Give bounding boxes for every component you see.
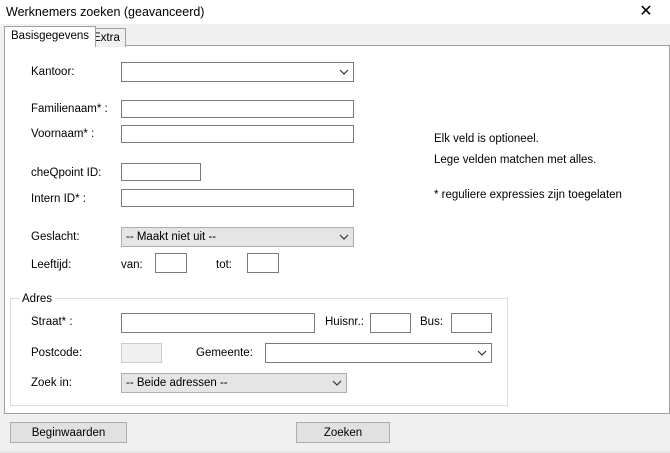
close-icon[interactable]: ✕ xyxy=(622,0,670,24)
chevron-down-icon xyxy=(477,350,487,356)
checkpoint-id-input[interactable] xyxy=(121,163,201,181)
bus-label: Bus: xyxy=(420,316,444,328)
familienaam-input[interactable] xyxy=(121,100,354,118)
note-regex: * reguliere expressies zijn toegelaten xyxy=(434,189,622,201)
address-group-label: Adres xyxy=(19,293,56,305)
huisnr-label: Huisnr.: xyxy=(325,316,364,328)
geslacht-label: Geslacht: xyxy=(31,231,80,243)
age-from-input[interactable] xyxy=(155,253,187,273)
straat-label: Straat* : xyxy=(31,316,73,328)
zoek-in-value: -- Beide adressen -- xyxy=(126,377,228,389)
gemeente-dropdown[interactable] xyxy=(265,343,492,363)
tot-label: tot: xyxy=(216,259,232,271)
huisnr-input[interactable] xyxy=(370,313,411,333)
leeftijd-label: Leeftijd: xyxy=(31,259,72,271)
window-title: Werknemers zoeken (geavanceerd) xyxy=(6,5,205,19)
reset-button[interactable]: Beginwaarden xyxy=(10,422,127,443)
van-label: van: xyxy=(121,259,143,271)
age-to-input[interactable] xyxy=(247,253,279,273)
intern-id-label: Intern ID* : xyxy=(31,193,86,205)
familienaam-label: Familienaam* : xyxy=(31,103,108,115)
postcode-label: Postcode: xyxy=(31,347,83,359)
note-empty-match: Lege velden matchen met alles. xyxy=(434,154,597,166)
kantoor-label: Kantoor: xyxy=(31,66,75,78)
chevron-down-icon xyxy=(339,69,349,75)
checkpoint-id-label: cheQpoint ID: xyxy=(31,167,102,179)
kantoor-dropdown[interactable] xyxy=(121,62,354,82)
title-bar: Werknemers zoeken (geavanceerd) ✕ xyxy=(0,0,670,24)
tab-basisgegevens[interactable]: Basisgegevens xyxy=(4,26,96,47)
intern-id-input[interactable] xyxy=(121,189,354,207)
geslacht-value: -- Maakt niet uit -- xyxy=(126,231,217,243)
chevron-down-icon xyxy=(339,234,349,240)
zoek-in-dropdown[interactable]: -- Beide adressen -- xyxy=(121,373,347,393)
bus-input[interactable] xyxy=(451,313,492,333)
search-button[interactable]: Zoeken xyxy=(296,422,390,443)
straat-input[interactable] xyxy=(121,313,315,333)
geslacht-dropdown[interactable]: -- Maakt niet uit -- xyxy=(121,227,354,247)
zoek-in-label: Zoek in: xyxy=(31,377,72,389)
chevron-down-icon xyxy=(332,380,342,386)
note-optional: Elk veld is optioneel. xyxy=(434,133,539,145)
postcode-input[interactable] xyxy=(121,343,162,363)
voornaam-label: Voornaam* : xyxy=(31,128,95,140)
gemeente-label: Gemeente: xyxy=(196,347,253,359)
voornaam-input[interactable] xyxy=(121,125,354,143)
